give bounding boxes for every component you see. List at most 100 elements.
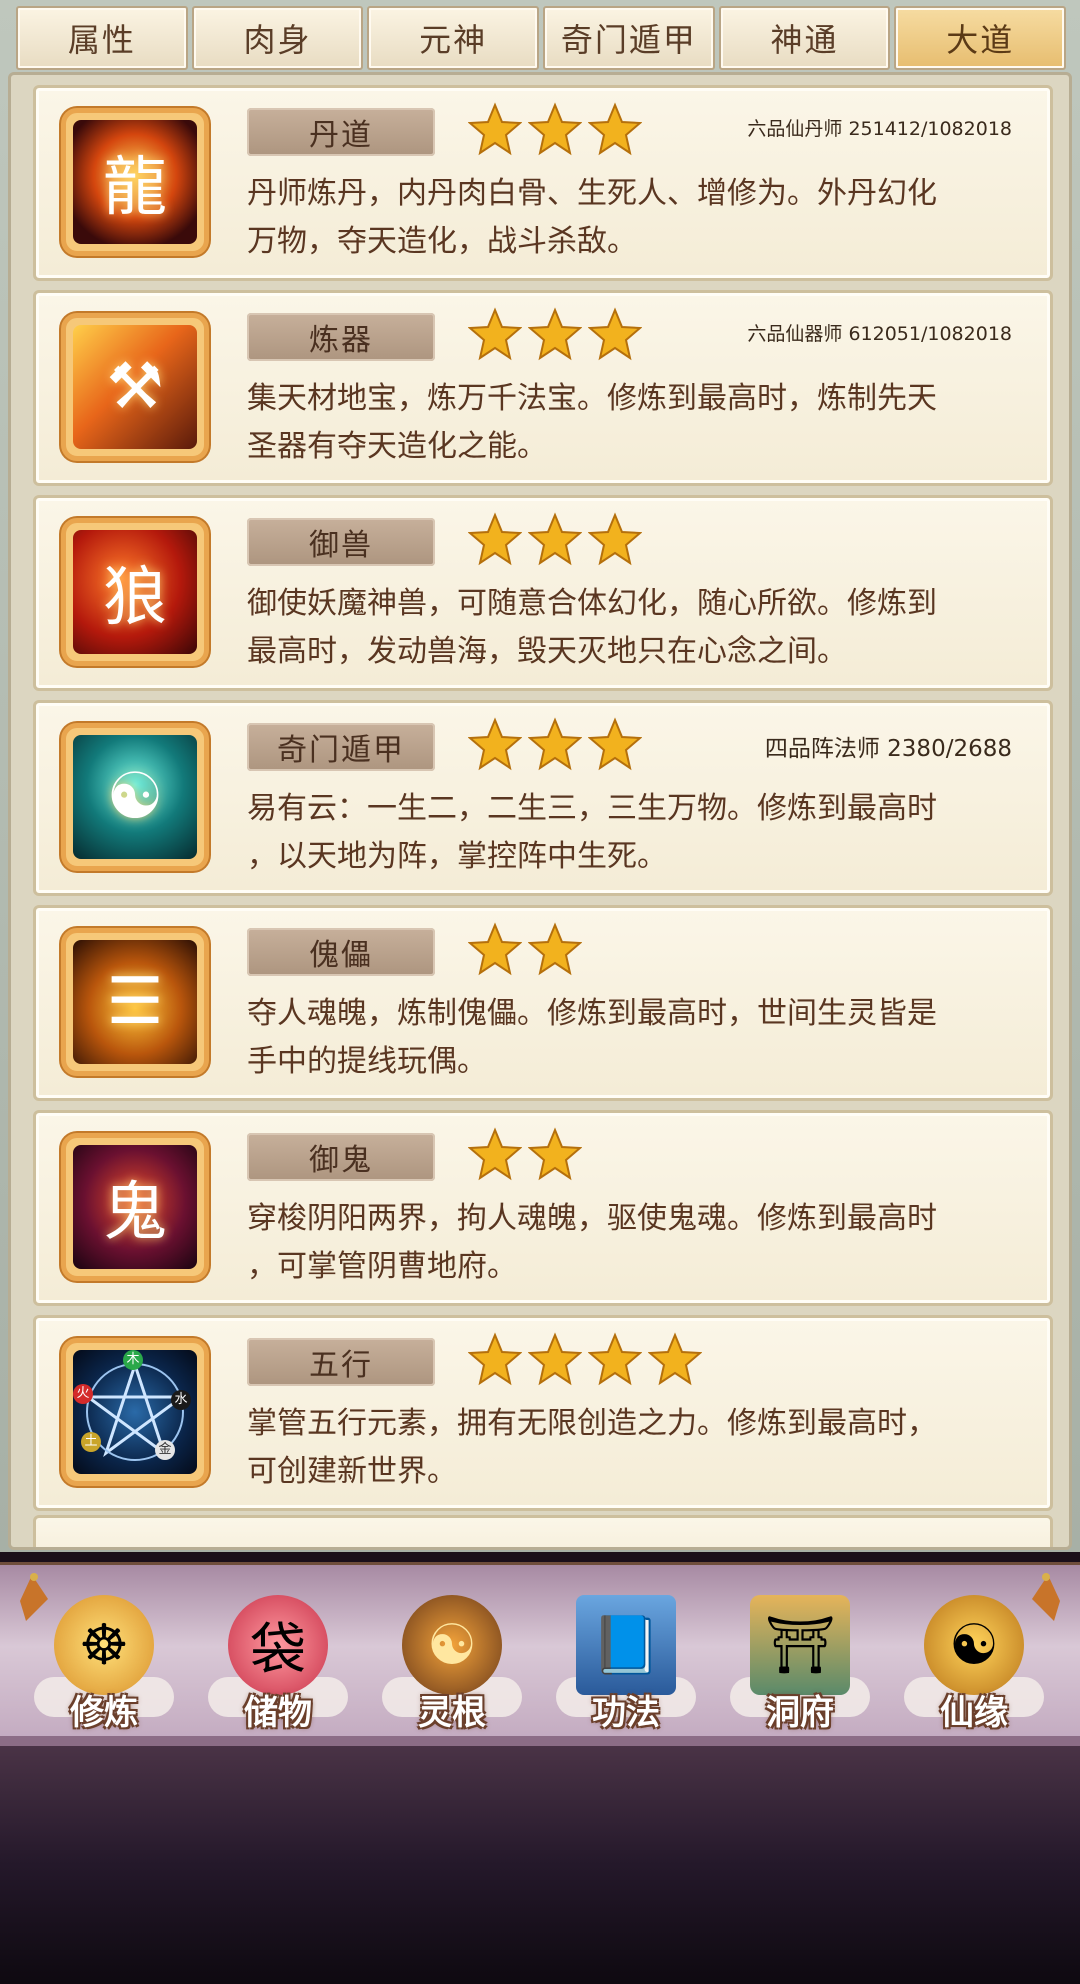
nav-fortune[interactable]: ☯ 仙缘: [894, 1565, 1054, 1749]
star-icon: [588, 102, 642, 156]
gourd-fortune-icon: ☯: [924, 1595, 1024, 1695]
dao-description: 掌管五行元素，拥有无限创造之力。修炼到最高时， 可创建新世界。: [247, 1400, 1037, 1496]
description-line: 夺人魂魄，炼制傀儡。修炼到最高时，世间生灵皆是: [247, 996, 937, 1031]
tab-qimen[interactable]: 奇门遁甲: [543, 6, 715, 70]
dao-name: 御兽: [247, 518, 435, 566]
dao-name: 傀儡: [247, 928, 435, 976]
nav-label: 修炼: [70, 1693, 138, 1733]
rank-progress: 四品阵法师 2380/2688: [764, 736, 1012, 762]
description-line: 圣器有夺天造化之能。: [247, 429, 547, 464]
description-line: 最高时，发动兽海，毁天灭地只在心念之间。: [247, 634, 847, 669]
description-line: ，可掌管阴曹地府。: [247, 1249, 517, 1284]
star-icon: [468, 1332, 522, 1386]
dao-name: 炼器: [247, 313, 435, 361]
star-icon: [528, 1127, 582, 1181]
nav-label: 功法: [592, 1693, 660, 1733]
dao-description: 易有云：一生二，二生三，三生万物。修炼到最高时 ，以天地为阵，掌控阵中生死。: [247, 785, 1037, 881]
nav-label: 仙缘: [940, 1693, 1008, 1733]
star-rating: [468, 717, 642, 775]
dao-description: 穿梭阴阳两界，拘人魂魄，驱使鬼魂。修炼到最高时 ，可掌管阴曹地府。: [247, 1195, 1037, 1291]
dao-description: 集天材地宝，炼万千法宝。修炼到最高时，炼制先天 圣器有夺天造化之能。: [247, 375, 1037, 471]
nav-cave[interactable]: ⛩ 洞府: [720, 1565, 880, 1749]
nav-technique[interactable]: 📘 功法: [546, 1565, 706, 1749]
dao-card-alchemy[interactable]: 龍 丹道 六品仙丹师 251412/1082018 丹师炼丹，内丹肉白骨、生死人…: [33, 85, 1053, 281]
dao-name: 奇门遁甲: [247, 723, 435, 771]
star-icon: [468, 1127, 522, 1181]
five-elements-pentagram-icon: 木 火 土 金 水: [61, 1338, 209, 1486]
tab-great-dao[interactable]: 大道: [894, 6, 1067, 70]
tab-body[interactable]: 肉身: [191, 6, 364, 70]
meditating-monk-icon: ☸: [54, 1595, 154, 1695]
element-label-earth: 土: [81, 1432, 101, 1452]
formation-sage-icon: ☯: [61, 723, 209, 871]
description-line: 穿梭阴阳两界，拘人魂魄，驱使鬼魂。修炼到最高时: [247, 1201, 937, 1236]
description-line: ，以天地为阵，掌控阵中生死。: [247, 839, 667, 874]
star-rating: [468, 1127, 582, 1185]
dao-description: 丹师炼丹，内丹肉白骨、生死人、增修为。外丹幻化 万物，夺天造化，战斗杀敌。: [247, 170, 1037, 266]
star-icon: [588, 307, 642, 361]
alchemy-dragon-orb-icon: 龍: [61, 108, 209, 256]
star-rating: [468, 307, 642, 365]
rank-progress: 六品仙丹师 251412/1082018: [747, 118, 1012, 140]
star-icon: [528, 1332, 582, 1386]
dao-list-panel[interactable]: 龍 丹道 六品仙丹师 251412/1082018 丹师炼丹，内丹肉白骨、生死人…: [8, 72, 1072, 1550]
element-label-water: 水: [171, 1390, 191, 1410]
nav-cultivate[interactable]: ☸ 修炼: [24, 1565, 184, 1749]
tab-divine-power[interactable]: 神通: [718, 6, 891, 70]
nav-spirit-root[interactable]: ☯ 灵根: [372, 1565, 532, 1749]
dao-card-refining[interactable]: ⚒ 炼器 六品仙器师 612051/1082018 集天材地宝，炼万千法宝。修炼…: [33, 290, 1053, 486]
star-icon: [648, 1332, 702, 1386]
star-icon: [468, 102, 522, 156]
description-line: 可创建新世界。: [247, 1454, 457, 1489]
nav-label: 储物: [244, 1693, 312, 1733]
star-icon: [468, 922, 522, 976]
star-rating: [468, 512, 642, 570]
nav-label: 灵根: [418, 1693, 486, 1733]
cave-palace-icon: ⛩: [750, 1595, 850, 1695]
star-rating: [468, 1332, 702, 1390]
dao-card-next-partial[interactable]: [33, 1515, 1053, 1547]
dao-name: 丹道: [247, 108, 435, 156]
puppet-cat-icon: ☰: [61, 928, 209, 1076]
dao-card-puppet[interactable]: ☰ 傀儡 夺人魂魄，炼制傀儡。修炼到最高时，世间生灵皆是 手中的提线玩偶。: [33, 905, 1053, 1101]
storage-bag-icon: 袋: [228, 1595, 328, 1695]
dao-card-qimen[interactable]: ☯ 奇门遁甲 四品阵法师 2380/2688 易有云：一生二，二生三，三生万物。…: [33, 700, 1053, 896]
nav-storage[interactable]: 袋 储物: [198, 1565, 358, 1749]
dao-description: 夺人魂魄，炼制傀儡。修炼到最高时，世间生灵皆是 手中的提线玩偶。: [247, 990, 1037, 1086]
description-line: 丹师炼丹，内丹肉白骨、生死人、增修为。外丹幻化: [247, 176, 937, 211]
tab-attributes[interactable]: 属性: [16, 6, 188, 70]
star-icon: [588, 1332, 642, 1386]
dao-description: 御使妖魔神兽，可随意合体幻化，随心所欲。修炼到 最高时，发动兽海，毁天灭地只在心…: [247, 580, 1037, 676]
description-line: 万物，夺天造化，战斗杀敌。: [247, 224, 637, 259]
star-rating: [468, 102, 642, 160]
spirit-root-swirl-icon: ☯: [402, 1595, 502, 1695]
main-screen: 属性 肉身 元神 奇门遁甲 神通 大道 龍 丹道 六品仙丹师 251412/10…: [0, 0, 1080, 1552]
dao-name: 御鬼: [247, 1133, 435, 1181]
star-icon: [468, 307, 522, 361]
star-icon: [528, 717, 582, 771]
bottom-background: [0, 1746, 1080, 1984]
star-icon: [528, 512, 582, 566]
description-line: 掌管五行元素，拥有无限创造之力。修炼到最高时，: [247, 1406, 937, 1441]
technique-book-icon: 📘: [576, 1595, 676, 1695]
dao-name: 五行: [247, 1338, 435, 1386]
description-line: 易有云：一生二，二生三，三生万物。修炼到最高时: [247, 791, 937, 826]
dao-card-ghost[interactable]: 鬼 御鬼 穿梭阴阳两界，拘人魂魄，驱使鬼魂。修炼到最高时 ，可掌管阴曹地府。: [33, 1110, 1053, 1306]
description-line: 手中的提线玩偶。: [247, 1044, 487, 1079]
dao-card-five-elements[interactable]: 木 火 土 金 水 五行 掌管五行元素，拥有无限创造之力。修炼到最高时， 可创建…: [33, 1315, 1053, 1511]
star-icon: [528, 922, 582, 976]
star-icon: [588, 717, 642, 771]
tab-soul[interactable]: 元神: [367, 6, 540, 70]
element-label-fire: 火: [73, 1384, 93, 1404]
element-label-metal: 金: [155, 1440, 175, 1460]
element-label-wood: 木: [123, 1350, 143, 1370]
category-tabs: 属性 肉身 元神 奇门遁甲 神通 大道: [16, 6, 1067, 70]
star-icon: [588, 512, 642, 566]
dao-card-beast-taming[interactable]: 狼 御兽 御使妖魔神兽，可随意合体幻化，随心所欲。修炼到 最高时，发动兽海，毁天…: [33, 495, 1053, 691]
star-icon: [468, 717, 522, 771]
nav-label: 洞府: [766, 1693, 834, 1733]
star-icon: [468, 512, 522, 566]
ghost-demon-icon: 鬼: [61, 1133, 209, 1281]
forge-hammer-icon: ⚒: [61, 313, 209, 461]
bottom-nav: ☸ 修炼 袋 储物 ☯ 灵根 📘 功法 ⛩ 洞府 ☯ 仙缘: [0, 1562, 1080, 1746]
